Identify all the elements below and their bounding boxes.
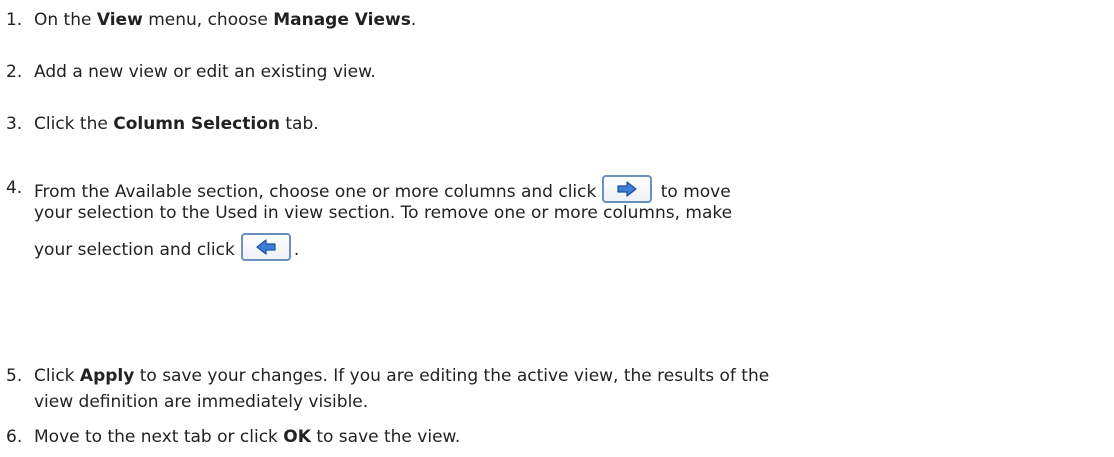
add-column-button[interactable] [602,175,653,203]
tab-name: Column Selection [113,114,280,134]
step-text: . [293,240,300,260]
arrow-right-icon [617,181,637,197]
step-text: . [410,10,417,30]
step-text: From the Available section, choose one o… [34,182,597,202]
step-text: Click [34,366,80,386]
step-text: Move to the next tab or click [34,427,284,447]
step-text: view definition are immediately visible. [34,392,369,412]
step-number: 6. [6,427,23,447]
step-text: to move [655,182,731,202]
button-name: Apply [79,366,135,386]
arrow-left-icon [256,239,276,255]
step-text: to save the view. [310,427,461,447]
menu-name: View [96,10,143,30]
step-number: 1. [6,10,23,30]
step-text: tab. [279,114,319,134]
step-text: Add a new view or edit an existing view. [34,62,376,82]
step-text: Click the [34,114,114,134]
command-name: Manage Views [273,10,411,30]
step-number: 3. [6,114,23,134]
step-text: to save your changes. If you are editing… [134,366,770,386]
step-text: menu, choose [142,10,274,30]
step-number: 5. [6,366,23,386]
step-text: your selection to the Used in view secti… [34,203,733,223]
step-number: 2. [6,62,23,82]
step-number: 4. [6,178,23,198]
remove-column-button[interactable] [240,233,291,261]
button-name: OK [283,427,311,447]
step-text: On the [34,10,97,30]
step-text: your selection and click [34,240,235,260]
